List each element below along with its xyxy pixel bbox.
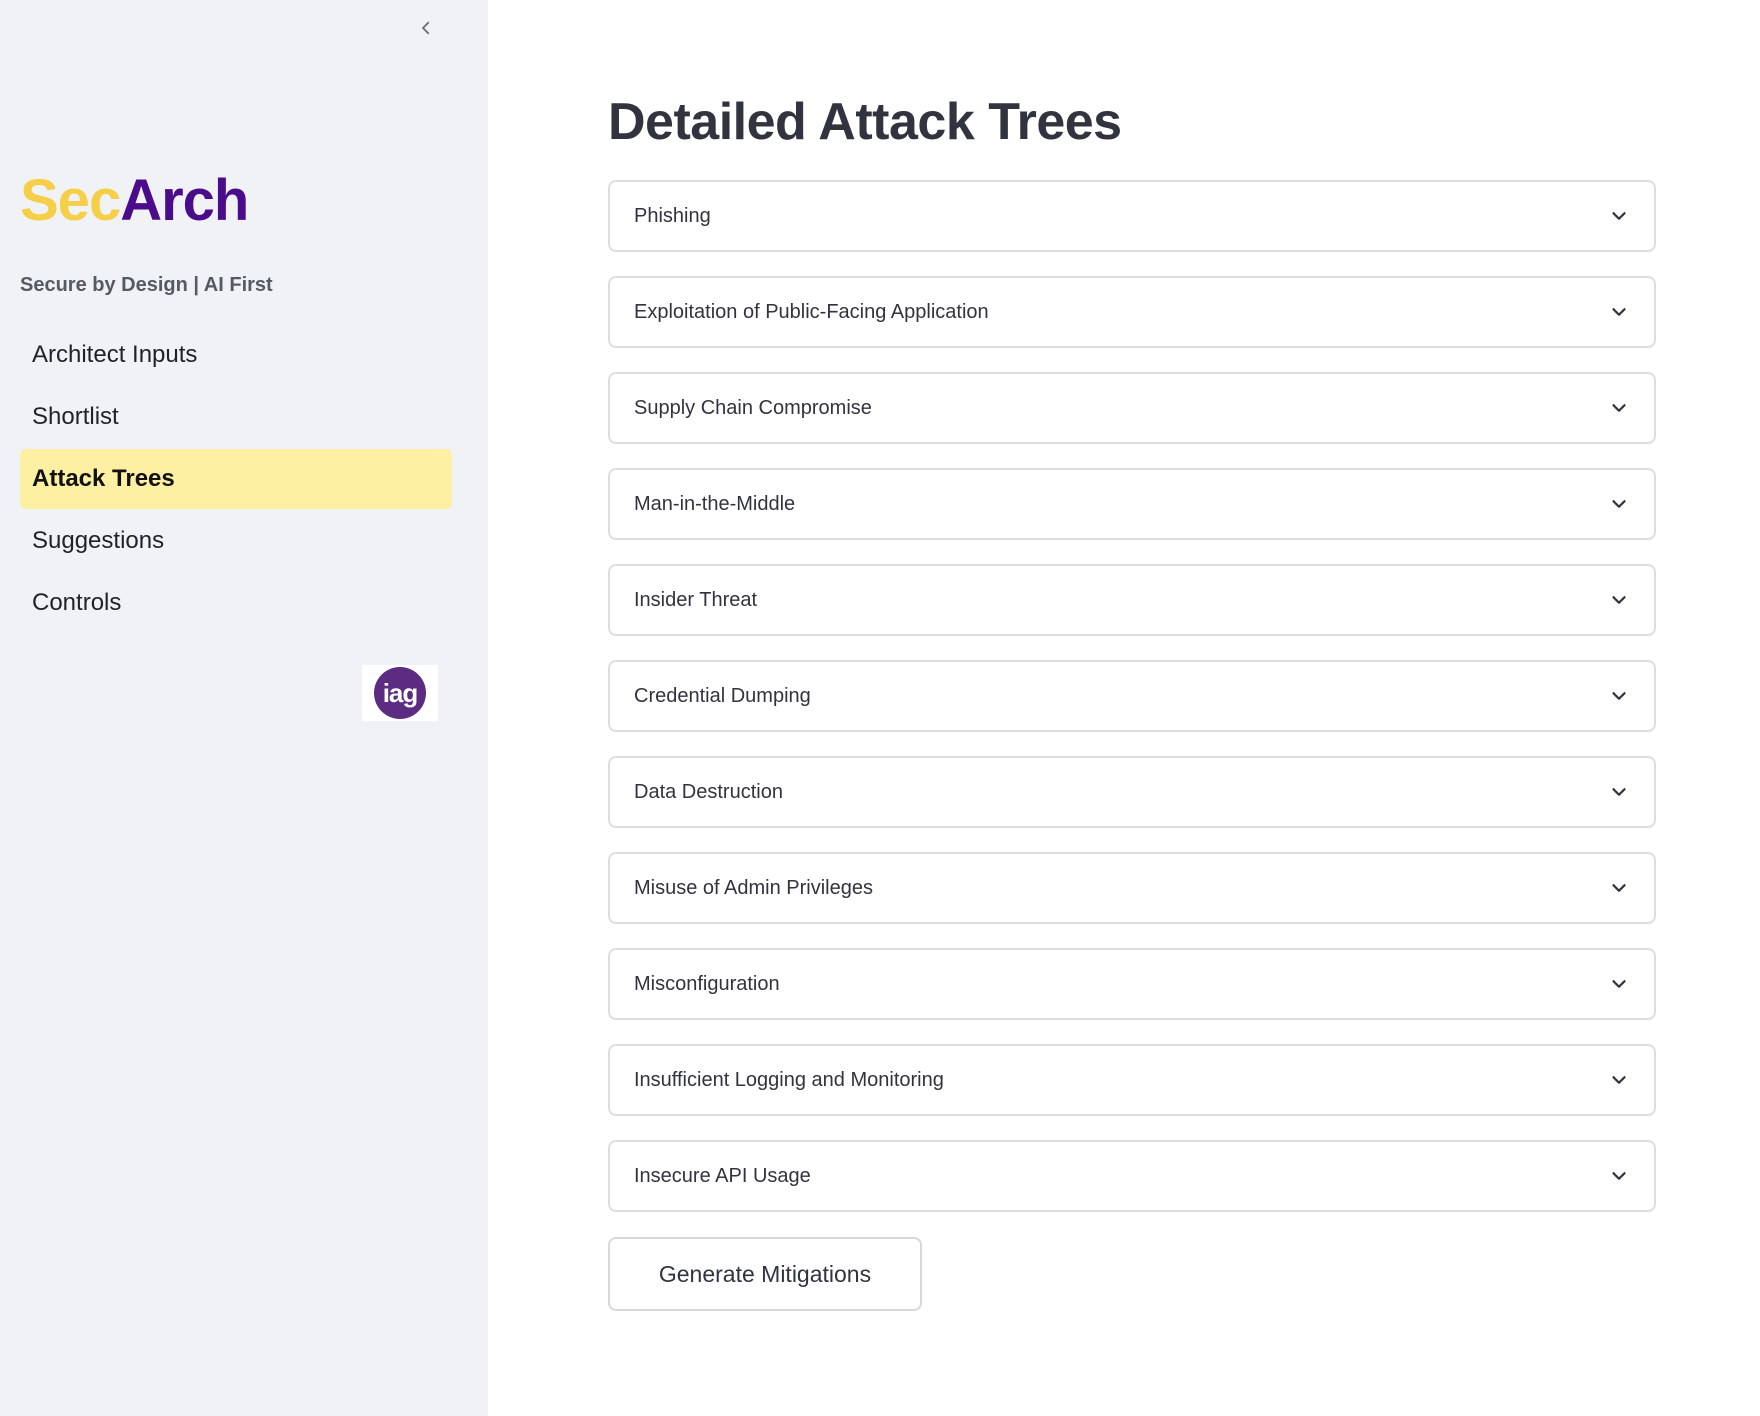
nav-item-label: Shortlist — [32, 403, 119, 430]
nav-item-shortlist[interactable]: Shortlist — [20, 387, 452, 447]
chevron-down-icon — [1608, 1069, 1630, 1091]
chevron-down-icon — [1608, 301, 1630, 323]
iag-logo-mark: iag — [374, 667, 426, 719]
expander-credential-dumping[interactable]: Credential Dumping — [608, 660, 1656, 732]
chevron-down-icon — [1608, 493, 1630, 515]
nav-item-label: Attack Trees — [32, 465, 175, 492]
expander-data-destruction[interactable]: Data Destruction — [608, 756, 1656, 828]
nav-item-label: Architect Inputs — [32, 341, 198, 368]
expander-label: Misconfiguration — [634, 972, 780, 995]
expander-phishing[interactable]: Phishing — [608, 180, 1656, 252]
app-tagline: Secure by Design | AI First — [20, 274, 273, 296]
nav-item-suggestions[interactable]: Suggestions — [20, 511, 452, 571]
chevron-down-icon — [1608, 781, 1630, 803]
chevron-left-icon — [417, 19, 435, 42]
expander-label: Credential Dumping — [634, 684, 811, 707]
generate-mitigations-button[interactable]: Generate Mitigations — [608, 1237, 922, 1311]
nav-item-attack-trees[interactable]: Attack Trees — [20, 449, 452, 509]
chevron-down-icon — [1608, 397, 1630, 419]
expander-misuse-admin-privileges[interactable]: Misuse of Admin Privileges — [608, 852, 1656, 924]
expander-label: Data Destruction — [634, 780, 783, 803]
page-title: Detailed Attack Trees — [608, 93, 1122, 151]
expander-insufficient-logging-monitoring[interactable]: Insufficient Logging and Monitoring — [608, 1044, 1656, 1116]
chevron-down-icon — [1608, 589, 1630, 611]
collapse-sidebar-button[interactable] — [410, 14, 442, 46]
chevron-down-icon — [1608, 1165, 1630, 1187]
nav-item-label: Controls — [32, 589, 122, 616]
chevron-down-icon — [1608, 205, 1630, 227]
logo-part-arch: Arch — [120, 168, 249, 233]
expander-man-in-the-middle[interactable]: Man-in-the-Middle — [608, 468, 1656, 540]
app-logo: SecArch — [20, 172, 249, 230]
sidebar: SecArch Secure by Design | AI First Arch… — [0, 0, 488, 1416]
expander-label: Misuse of Admin Privileges — [634, 876, 873, 899]
expander-exploitation-public-facing-application[interactable]: Exploitation of Public-Facing Applicatio… — [608, 276, 1656, 348]
expander-insider-threat[interactable]: Insider Threat — [608, 564, 1656, 636]
iag-logo: iag — [362, 665, 438, 721]
nav-item-label: Suggestions — [32, 527, 165, 554]
sidebar-nav: Architect Inputs Shortlist Attack Trees … — [20, 325, 452, 635]
attack-tree-list: Phishing Exploitation of Public-Facing A… — [608, 180, 1656, 1236]
nav-item-controls[interactable]: Controls — [20, 573, 452, 633]
expander-label: Man-in-the-Middle — [634, 492, 796, 515]
expander-misconfiguration[interactable]: Misconfiguration — [608, 948, 1656, 1020]
expander-label: Exploitation of Public-Facing Applicatio… — [634, 300, 989, 323]
expander-label: Insecure API Usage — [634, 1164, 811, 1187]
nav-item-architect-inputs[interactable]: Architect Inputs — [20, 325, 452, 385]
expander-label: Supply Chain Compromise — [634, 396, 872, 419]
expander-insecure-api-usage[interactable]: Insecure API Usage — [608, 1140, 1656, 1212]
chevron-down-icon — [1608, 877, 1630, 899]
expander-label: Phishing — [634, 204, 711, 227]
expander-supply-chain-compromise[interactable]: Supply Chain Compromise — [608, 372, 1656, 444]
expander-label: Insufficient Logging and Monitoring — [634, 1068, 944, 1091]
chevron-down-icon — [1608, 685, 1630, 707]
chevron-down-icon — [1608, 973, 1630, 995]
logo-part-sec: Sec — [20, 168, 121, 233]
expander-label: Insider Threat — [634, 588, 758, 611]
